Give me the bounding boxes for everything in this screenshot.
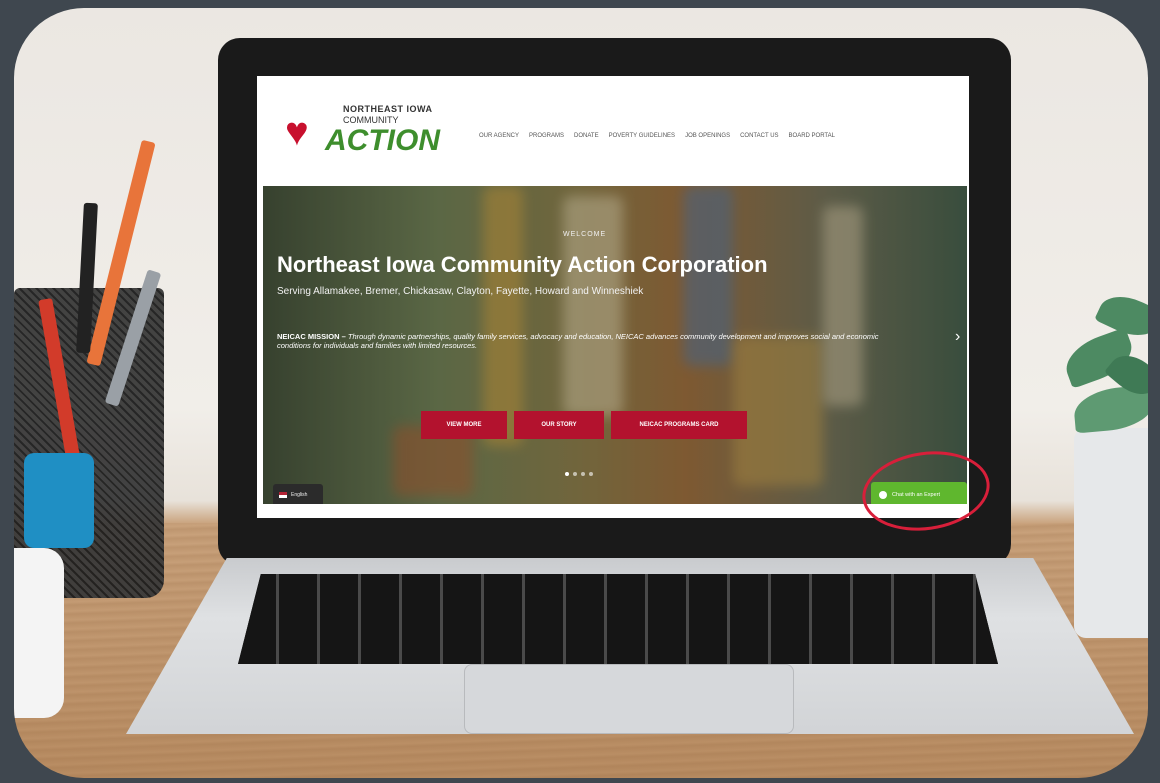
site-header: ♥ NORTHEAST IOWA COMMUNITY ACTION OUR AG… xyxy=(257,76,969,186)
slide-indicators xyxy=(565,472,593,476)
nav-programs[interactable]: PROGRAMS xyxy=(529,133,564,139)
slide-dot[interactable] xyxy=(589,472,593,476)
plant-pot xyxy=(1074,428,1148,638)
website-screen: ♥ NORTHEAST IOWA COMMUNITY ACTION OUR AG… xyxy=(257,76,969,518)
programs-card-button[interactable]: NEICAC PROGRAMS CARD xyxy=(611,411,747,439)
language-label: English xyxy=(291,492,308,498)
next-slide-icon[interactable]: › xyxy=(955,328,960,346)
mission-label: NEICAC MISSION – xyxy=(277,332,346,341)
language-selector[interactable]: English xyxy=(273,484,323,504)
laptop-trackpad xyxy=(464,664,794,734)
hero-subtitle: Serving Allamakee, Bremer, Chickasaw, Cl… xyxy=(277,286,644,297)
hero-welcome: WELCOME xyxy=(563,231,607,238)
white-mug xyxy=(14,548,64,718)
logo-line-1: NORTHEAST IOWA xyxy=(343,104,433,114)
mission-text: Through dynamic partnerships, quality fa… xyxy=(277,332,879,350)
hero-slider: WELCOME Northeast Iowa Community Action … xyxy=(263,186,967,504)
slide-dot[interactable] xyxy=(581,472,585,476)
hero-mission: NEICAC MISSION – Through dynamic partner… xyxy=(277,332,907,350)
nav-job-openings[interactable]: JOB OPENINGS xyxy=(685,133,730,139)
view-more-button[interactable]: VIEW MORE xyxy=(421,411,507,439)
nav-contact-us[interactable]: CONTACT US xyxy=(740,133,778,139)
site-logo[interactable]: ♥ NORTHEAST IOWA COMMUNITY ACTION xyxy=(285,100,455,162)
us-flag-icon xyxy=(279,492,287,498)
heart-icon: ♥ xyxy=(285,110,309,154)
hero-title: Northeast Iowa Community Action Corporat… xyxy=(277,252,768,277)
logo-line-3: ACTION xyxy=(325,124,440,157)
laptop-keyboard xyxy=(238,574,998,664)
our-story-button[interactable]: OUR STORY xyxy=(514,411,604,439)
nav-our-agency[interactable]: OUR AGENCY xyxy=(479,133,519,139)
slide-dot[interactable] xyxy=(573,472,577,476)
blue-object xyxy=(24,453,94,548)
nav-board-portal[interactable]: BOARD PORTAL xyxy=(789,133,835,139)
nav-donate[interactable]: DONATE xyxy=(574,133,599,139)
nav-poverty-guidelines[interactable]: POVERTY GUIDELINES xyxy=(609,133,675,139)
main-nav: OUR AGENCY PROGRAMS DONATE POVERTY GUIDE… xyxy=(479,133,835,139)
slide-dot[interactable] xyxy=(565,472,569,476)
